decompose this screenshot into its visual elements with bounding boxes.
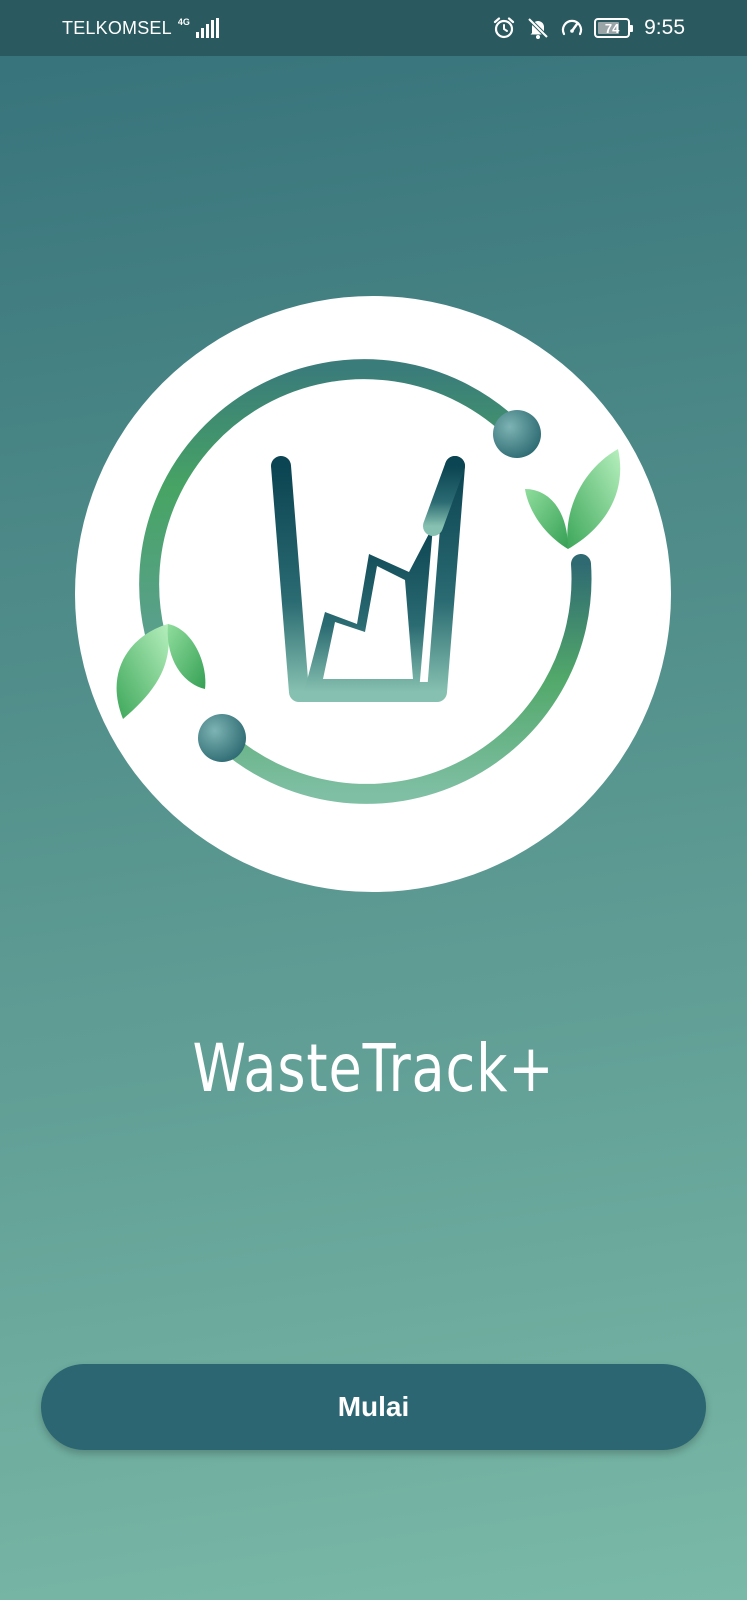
clock: 9:55 [644,16,685,39]
network-type: 4G [177,16,190,27]
wastetrack-logo [75,296,671,892]
alarm-icon [494,17,515,39]
status-icons: 74 9:55 [492,16,685,40]
app-name: WasteTrack+ [192,1030,555,1107]
status-bar: TELKOMSEL 4G 74 9:55 [0,0,747,56]
carrier-name: TELKOMSEL [62,17,172,38]
signal-icon [195,18,219,38]
battery-icon: 74 [594,18,634,38]
app-logo [73,294,673,894]
battery-level: 74 [604,20,620,36]
speedometer-icon [562,19,583,36]
bell-off-icon [527,17,549,39]
carrier-info: TELKOMSEL 4G [62,16,219,39]
start-button[interactable]: Mulai [41,1364,706,1450]
